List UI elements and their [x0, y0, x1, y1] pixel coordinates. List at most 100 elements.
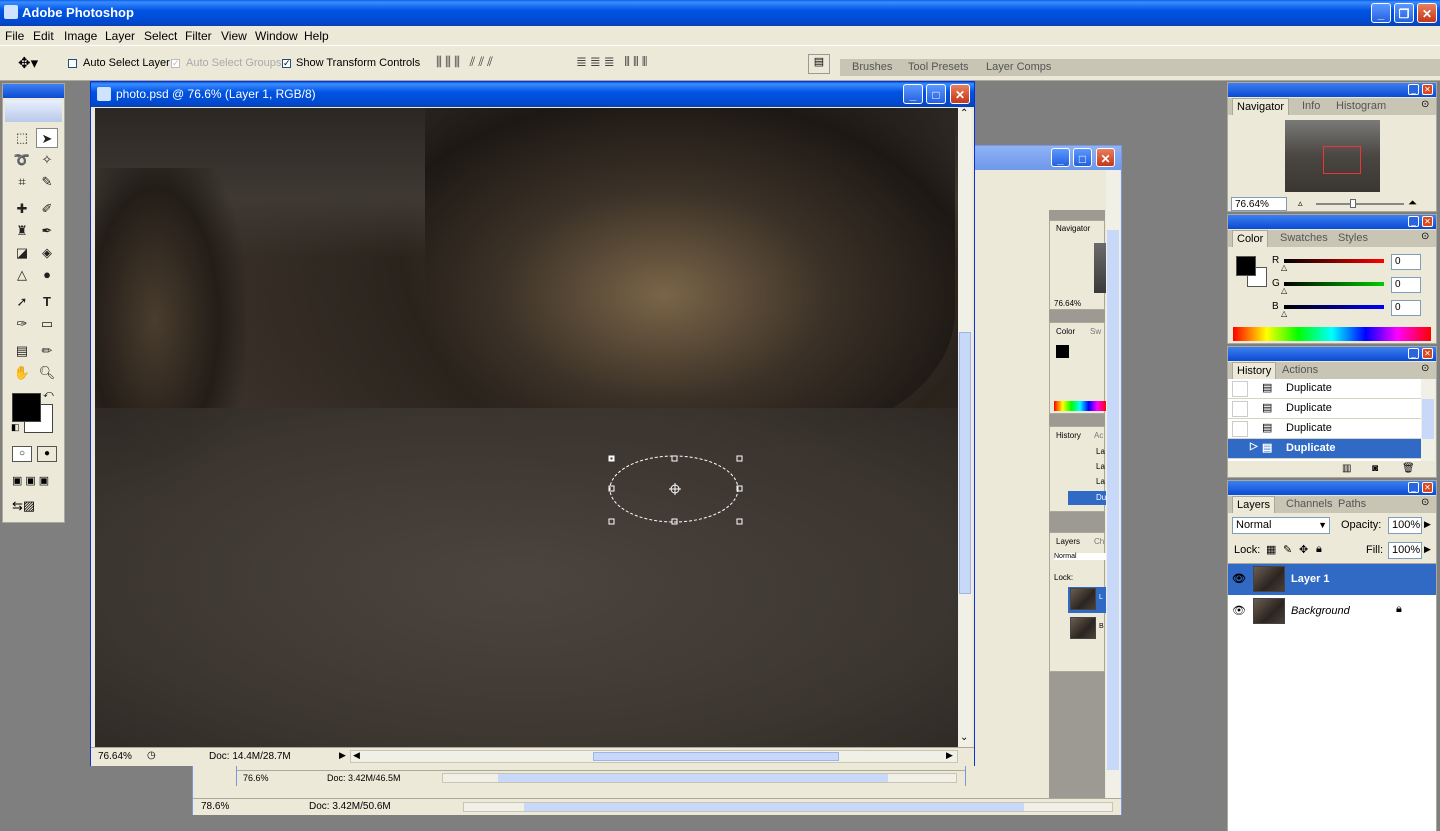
eyedropper-tool-icon[interactable]: ✏	[36, 341, 58, 361]
palette-toggle-icon[interactable]: ▤	[808, 54, 830, 74]
history-panel-header[interactable]: _ ✕	[1228, 347, 1436, 361]
palette-well-tab-layer-comps[interactable]: Layer Comps	[982, 59, 1055, 75]
eraser-tool-icon[interactable]: ◪	[11, 243, 33, 263]
channel-r-slider[interactable]	[1284, 259, 1384, 263]
zoom-in-icon[interactable]: ⏶	[1408, 197, 1417, 210]
layer-name[interactable]: Layer 1	[1291, 573, 1330, 585]
tab-color[interactable]: Color	[1232, 230, 1269, 247]
history-v-scrollbar[interactable]	[1421, 379, 1435, 461]
lasso-tool-icon[interactable]: ➰	[11, 150, 33, 170]
navigator-zoom-slider[interactable]	[1316, 199, 1404, 208]
blur-tool-icon[interactable]: △	[11, 265, 33, 285]
menu-view[interactable]: View	[221, 29, 247, 43]
document-canvas[interactable]	[95, 108, 959, 747]
new-snapshot-icon[interactable]: ◙	[1372, 463, 1378, 474]
status-menu-arrow-icon[interactable]: ▶	[339, 750, 346, 761]
bg-doc-2-close-button[interactable]: ✕	[1096, 148, 1115, 167]
marquee-tool-icon[interactable]: ⬚	[11, 128, 33, 148]
paint-bucket-tool-icon[interactable]: ◈	[36, 243, 58, 263]
foreground-color-swatch[interactable]	[12, 393, 41, 422]
navigator-close-button[interactable]: ✕	[1422, 84, 1433, 95]
mini-history-tab[interactable]: History	[1056, 431, 1081, 440]
bg-doc-2-minimize-button[interactable]: _	[1051, 148, 1070, 167]
palette-well-tab-tool-presets[interactable]: Tool Presets	[904, 59, 973, 75]
tab-navigator[interactable]: Navigator	[1232, 98, 1290, 115]
history-panel-menu-icon[interactable]: ⊙	[1421, 363, 1429, 374]
channel-g-slider[interactable]	[1284, 282, 1384, 286]
mini-actions-tab[interactable]: Ac	[1094, 431, 1103, 440]
mini-swatches-tab[interactable]: Sw	[1090, 327, 1101, 336]
layers-panel-header[interactable]: _ ✕	[1228, 481, 1436, 495]
bg-doc-2-maximize-button[interactable]: □	[1073, 148, 1092, 167]
healing-brush-tool-icon[interactable]: ✚	[11, 199, 33, 219]
bg-doc-1-zoom[interactable]: 76.6%	[243, 773, 269, 783]
navigator-panel-menu-icon[interactable]: ⊙	[1421, 99, 1429, 110]
channel-b-slider[interactable]	[1284, 305, 1384, 309]
layer-name[interactable]: Background	[1291, 605, 1350, 617]
opacity-slider-arrow-icon[interactable]: ▶	[1424, 519, 1431, 530]
navigator-zoom-slider-thumb[interactable]	[1350, 199, 1356, 208]
tab-actions[interactable]: Actions	[1278, 362, 1322, 378]
tab-layers[interactable]: Layers	[1232, 496, 1276, 513]
color-panel-menu-icon[interactable]: ⊙	[1421, 231, 1429, 242]
tab-paths[interactable]: Paths	[1334, 496, 1370, 512]
type-tool-icon[interactable]: T	[36, 292, 58, 312]
channel-r-slider-thumb[interactable]: △	[1281, 263, 1287, 272]
tab-history[interactable]: History	[1232, 362, 1277, 379]
bg-doc-2-v-scrollbar[interactable]	[1106, 170, 1120, 798]
layers-panel-menu-icon[interactable]: ⊙	[1421, 497, 1429, 508]
delete-state-icon[interactable]: 🗑︎	[1402, 463, 1415, 474]
v-scroll-thumb[interactable]	[959, 332, 971, 594]
swap-colors-icon[interactable]: ⤺	[43, 389, 54, 400]
distribute-buttons-icon[interactable]: ≣≣≣ ⦀⦀⦀	[576, 54, 650, 70]
history-brush-source-box[interactable]	[1232, 381, 1248, 397]
channel-g-value[interactable]: 0	[1391, 277, 1421, 293]
color-spectrum-ramp[interactable]	[1233, 327, 1431, 341]
fill-field[interactable]: 100%	[1388, 542, 1422, 559]
mini-channels-tab[interactable]: Ch	[1094, 537, 1104, 546]
brush-tool-icon[interactable]: ✐	[36, 199, 58, 219]
bg-doc-1-h-scrollbar[interactable]	[442, 773, 957, 783]
auto-select-layer-checkbox[interactable]	[68, 57, 77, 69]
mini-blend-mode[interactable]: Normal	[1054, 553, 1106, 560]
new-document-from-state-icon[interactable]: ▥	[1342, 463, 1351, 474]
quick-mask-mode-icon[interactable]: ●	[37, 446, 57, 462]
pen-tool-icon[interactable]: ✑	[11, 314, 33, 334]
minimize-button[interactable]: _	[1371, 3, 1391, 23]
tab-styles[interactable]: Styles	[1334, 230, 1372, 246]
mini-navigator-tab[interactable]: Navigator	[1056, 224, 1090, 233]
zoom-out-icon[interactable]: ▵	[1298, 198, 1303, 209]
lock-all-icon[interactable]: 🔒︎	[1316, 543, 1322, 556]
clone-stamp-tool-icon[interactable]: ♜	[11, 221, 33, 241]
tab-histogram[interactable]: Histogram	[1332, 98, 1390, 114]
menu-file[interactable]: File	[5, 29, 24, 43]
layer-visibility-eye-icon[interactable]: 👁︎	[1232, 604, 1246, 617]
scroll-right-icon[interactable]: ▶	[946, 750, 953, 761]
move-tool-preset-icon[interactable]: ✥▾	[18, 54, 38, 72]
opacity-field[interactable]: 100%	[1388, 517, 1422, 534]
blend-mode-select[interactable]: Normal ▼	[1232, 517, 1330, 534]
crop-tool-icon[interactable]: ⌗	[11, 172, 33, 192]
navigator-view-box[interactable]	[1323, 146, 1361, 174]
mini-layer-row-active[interactable]: L	[1068, 587, 1106, 613]
channel-g-slider-thumb[interactable]: △	[1281, 286, 1287, 295]
menu-filter[interactable]: Filter	[185, 29, 212, 43]
align-buttons-icon[interactable]: ⫼⫼⫼ ⫽⫽⫽	[436, 54, 496, 70]
bg-doc-2-zoom[interactable]: 78.6%	[201, 801, 229, 812]
document-close-button[interactable]: ✕	[950, 84, 970, 104]
mini-history-item[interactable]: La	[1096, 477, 1105, 486]
standard-mode-icon[interactable]: ○	[12, 446, 32, 462]
document-minimize-button[interactable]: _	[903, 84, 923, 104]
mini-navigator-zoom[interactable]: 76.64%	[1054, 299, 1081, 308]
palette-well-tab-brushes[interactable]: Brushes	[848, 59, 896, 75]
status-info-icon[interactable]: ◷	[147, 750, 156, 761]
history-brush-source-box[interactable]	[1232, 421, 1248, 437]
move-tool-icon[interactable]: ➤	[36, 128, 58, 148]
history-minimize-button[interactable]: _	[1408, 348, 1419, 359]
scroll-down-icon[interactable]: ⌄	[960, 732, 968, 743]
menu-help[interactable]: Help	[304, 29, 329, 43]
close-button[interactable]: ✕	[1417, 3, 1437, 23]
mini-layers-tab[interactable]: Layers	[1056, 537, 1080, 546]
dodge-tool-icon[interactable]: ●	[36, 265, 58, 285]
chevron-down-icon[interactable]: ▼	[1318, 518, 1327, 533]
